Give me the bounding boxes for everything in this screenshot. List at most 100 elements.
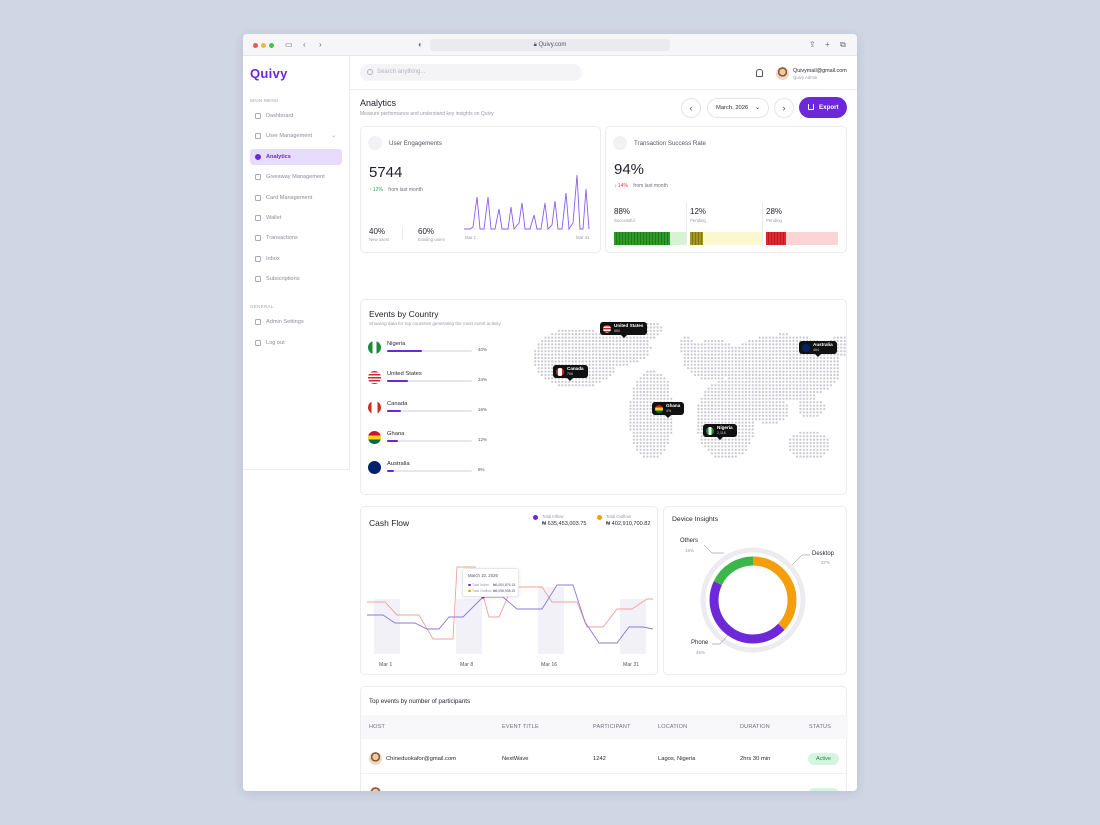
transaction-delta-value: 14% (617, 183, 628, 189)
app-logo[interactable]: Quivy (250, 66, 288, 81)
host-email[interactable]: Chineduokafor@gmail.com (386, 756, 456, 762)
maximize-window-button[interactable] (269, 43, 274, 48)
map-dot (636, 356, 639, 360)
map-dot (602, 367, 605, 370)
new-tab-icon[interactable]: + (825, 39, 830, 51)
map-dot (534, 350, 537, 353)
map-dot (700, 411, 703, 414)
map-dot (795, 339, 799, 343)
map-dot (666, 397, 669, 400)
minimize-window-button[interactable] (261, 43, 266, 48)
map-dot (639, 435, 642, 438)
shield-icon: ◐ (418, 40, 423, 49)
search-input[interactable]: Search anything... (360, 64, 582, 81)
map-dot (829, 380, 833, 383)
sidebar-item-giveaway-management[interactable]: Giveaway Management (250, 169, 342, 185)
sidebar-item-user-management[interactable]: User Management ⌄ (250, 128, 342, 144)
sidebar-item-card-management[interactable]: Card Management (250, 190, 342, 206)
sidebar-item-analytics[interactable]: Analytics (250, 148, 342, 165)
month-selector[interactable]: March, 2026 ⌄ (707, 98, 769, 118)
map-dot (775, 363, 778, 366)
map-dot (622, 346, 625, 349)
map-dot (734, 373, 737, 377)
sidebar-toggle-icon[interactable]: ▭ (285, 39, 293, 51)
leader-line-desktop (791, 554, 810, 566)
map-dot (741, 373, 744, 377)
map-dot (738, 356, 741, 360)
map-dot (751, 397, 754, 400)
map-dot (829, 377, 833, 380)
country-progress-track (387, 470, 472, 472)
map-dot (632, 387, 635, 390)
map-dot (782, 353, 785, 356)
map-tag-canada[interactable]: Canada 768 (553, 365, 588, 381)
map-dot (823, 370, 826, 373)
map-dot (588, 377, 591, 380)
user-avatar[interactable] (776, 67, 789, 80)
map-dot (727, 455, 731, 458)
engagement-x-end: Mar 31 (576, 235, 590, 240)
map-dot (751, 373, 754, 377)
map-dot (574, 360, 578, 363)
tabs-overview-icon[interactable]: ⧉ (840, 39, 846, 51)
map-dot (727, 353, 731, 356)
map-dot (591, 373, 595, 377)
map-tag-united-states[interactable]: United States 680 (600, 322, 648, 338)
map-dot (741, 346, 744, 349)
sidebar-item-inbox[interactable]: Inbox (250, 251, 342, 267)
sidebar-item-transactions[interactable]: Transactions (250, 230, 342, 246)
sidebar-item-dashboard[interactable]: Dashboard (250, 108, 342, 124)
map-dot (772, 418, 775, 421)
map-dot (710, 445, 714, 448)
map-dot (738, 360, 741, 363)
sidebar-item-subscriptions[interactable]: Subscriptions (250, 271, 342, 287)
map-dot (768, 356, 771, 360)
map-dot (778, 353, 782, 356)
map-dot (809, 411, 812, 414)
sidebar-item-wallet[interactable]: Wallet (250, 210, 342, 226)
back-icon[interactable]: ‹ (303, 39, 306, 51)
map-dot (714, 418, 717, 421)
map-dot (642, 441, 646, 445)
tooltip-inflow-value: ₦6,000,876.15 (493, 583, 516, 587)
map-dot (765, 390, 768, 394)
map-dot (809, 448, 812, 451)
map-dot (731, 455, 734, 458)
next-month-button[interactable]: › (774, 98, 794, 118)
map-dot (761, 343, 765, 346)
forward-icon[interactable]: › (319, 39, 322, 51)
sidebar-item-label: Transactions (266, 235, 298, 242)
map-dot (738, 373, 741, 377)
map-dot (557, 333, 561, 336)
address-bar[interactable]: 🔒︎ Quivy.com (430, 39, 670, 51)
map-tag-australia[interactable]: Australia 464 (799, 341, 837, 357)
main-content: Analytics Measure performance and unders… (350, 90, 857, 791)
map-dot (738, 448, 741, 451)
sidebar-item-admin-settings[interactable]: Admin Settings (250, 314, 342, 330)
sidebar-item-log-out[interactable]: Log out (250, 335, 342, 351)
map-dot (642, 452, 646, 455)
map-dot (833, 356, 836, 360)
map-dot (700, 401, 703, 404)
export-button[interactable]: Export (799, 97, 847, 118)
map-tag-nigeria[interactable]: Nigeria 2,118 (703, 424, 737, 440)
map-tag-ghana[interactable]: Ghana 4% (652, 402, 685, 418)
map-dot (707, 448, 710, 451)
map-dot (659, 424, 663, 428)
map-dot (765, 339, 768, 343)
close-window-button[interactable] (253, 43, 258, 48)
share-icon[interactable]: ⇪ (809, 39, 816, 51)
map-dot (710, 401, 714, 404)
map-dot (768, 363, 771, 366)
notification-bell-icon[interactable] (756, 69, 763, 77)
map-dot (744, 418, 748, 421)
map-dot (772, 401, 775, 404)
map-dot (761, 373, 765, 377)
sidebar-item-label: Wallet (266, 215, 282, 221)
map-dot (612, 346, 615, 349)
previous-month-button[interactable]: ‹ (681, 98, 701, 118)
map-dot (829, 370, 833, 373)
map-dot (581, 353, 584, 356)
map-dot (768, 377, 771, 380)
pie-chart-icon (255, 153, 261, 160)
